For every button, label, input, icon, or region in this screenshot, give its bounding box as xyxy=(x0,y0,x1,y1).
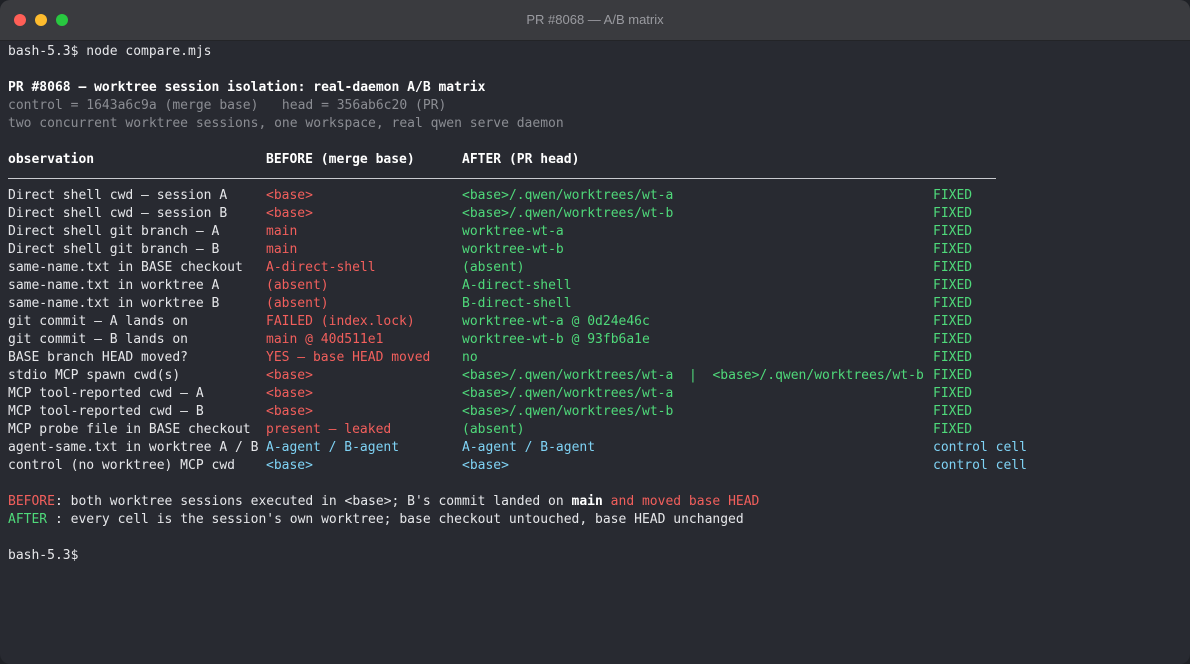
report-heading: PR #8068 — worktree session isolation: r… xyxy=(8,80,486,95)
table-row: agent-same.txt in worktree A / B A-agent… xyxy=(8,440,1027,455)
terminal-window: PR #8068 — A/B matrix bash-5.3$ node com… xyxy=(0,0,1190,664)
table-row: stdio MCP spawn cwd(s) <base> <base>/.qw… xyxy=(8,368,973,383)
status-fixed: FIXED xyxy=(933,368,973,383)
shell-prompt[interactable]: bash-5.3$ xyxy=(8,547,1184,565)
table-row: MCP tool-reported cwd — A <base> <base>/… xyxy=(8,386,973,401)
status-fixed: FIXED xyxy=(933,404,973,419)
table-row: same-name.txt in worktree B (absent) B-d… xyxy=(8,296,973,311)
terminal-output[interactable]: bash-5.3$ node compare.mjs PR #8068 — wo… xyxy=(8,43,1184,565)
status-fixed: FIXED xyxy=(933,314,973,329)
column-header-after: AFTER (PR head) xyxy=(462,152,580,167)
status-fixed: FIXED xyxy=(933,206,973,221)
summary-after-label: AFTER xyxy=(8,512,48,527)
summary-before: BEFORE: both worktree sessions executed … xyxy=(8,494,760,509)
column-header-observation: observation xyxy=(8,152,95,167)
column-header-before: BEFORE (merge base) xyxy=(266,152,415,167)
status-fixed: FIXED xyxy=(933,260,973,275)
window-title: PR #8068 — A/B matrix xyxy=(526,12,664,27)
table-row: Direct shell git branch — A main worktre… xyxy=(8,224,973,239)
table-row: git commit — A lands on FAILED (index.lo… xyxy=(8,314,973,329)
table-body: Direct shell cwd — session A <base> <bas… xyxy=(8,187,1184,475)
summary-after: AFTER : every cell is the session's own … xyxy=(8,512,744,527)
table-row: BASE branch HEAD moved? YES — base HEAD … xyxy=(8,350,973,365)
table-row: same-name.txt in BASE checkout A-direct-… xyxy=(8,260,973,275)
report-subheading-commits: control = 1643a6c9a (merge base) head = … xyxy=(8,98,447,113)
status-fixed: FIXED xyxy=(933,350,973,365)
table-header: observation BEFORE (merge base) AFTER (P… xyxy=(8,151,1184,169)
status-fixed: FIXED xyxy=(933,278,973,293)
table-row: Direct shell cwd — session A <base> <bas… xyxy=(8,188,973,203)
table-row: git commit — B lands on main @ 40d511e1 … xyxy=(8,332,973,347)
status-fixed: FIXED xyxy=(933,422,973,437)
table-row: MCP probe file in BASE checkout present … xyxy=(8,422,973,437)
table-row: MCP tool-reported cwd — B <base> <base>/… xyxy=(8,404,973,419)
table-row: control (no worktree) MCP cwd <base> <ba… xyxy=(8,458,1027,473)
status-fixed: FIXED xyxy=(933,188,973,203)
report-subheading-description: two concurrent worktree sessions, one wo… xyxy=(8,116,564,131)
summary-before-label: BEFORE xyxy=(8,494,55,509)
command-line: bash-5.3$ node compare.mjs xyxy=(8,44,212,59)
status-control-cell: control cell xyxy=(933,440,1027,455)
status-control-cell: control cell xyxy=(933,458,1027,473)
table-row: Direct shell cwd — session B <base> <bas… xyxy=(8,206,973,221)
table-row: same-name.txt in worktree A (absent) A-d… xyxy=(8,278,973,293)
status-fixed: FIXED xyxy=(933,242,973,257)
status-fixed: FIXED xyxy=(933,386,973,401)
status-fixed: FIXED xyxy=(933,296,973,311)
table-row: Direct shell git branch — B main worktre… xyxy=(8,242,973,257)
status-fixed: FIXED xyxy=(933,332,973,347)
title-bar: PR #8068 — A/B matrix xyxy=(0,0,1190,41)
status-fixed: FIXED xyxy=(933,224,973,239)
table-divider xyxy=(8,169,1184,187)
